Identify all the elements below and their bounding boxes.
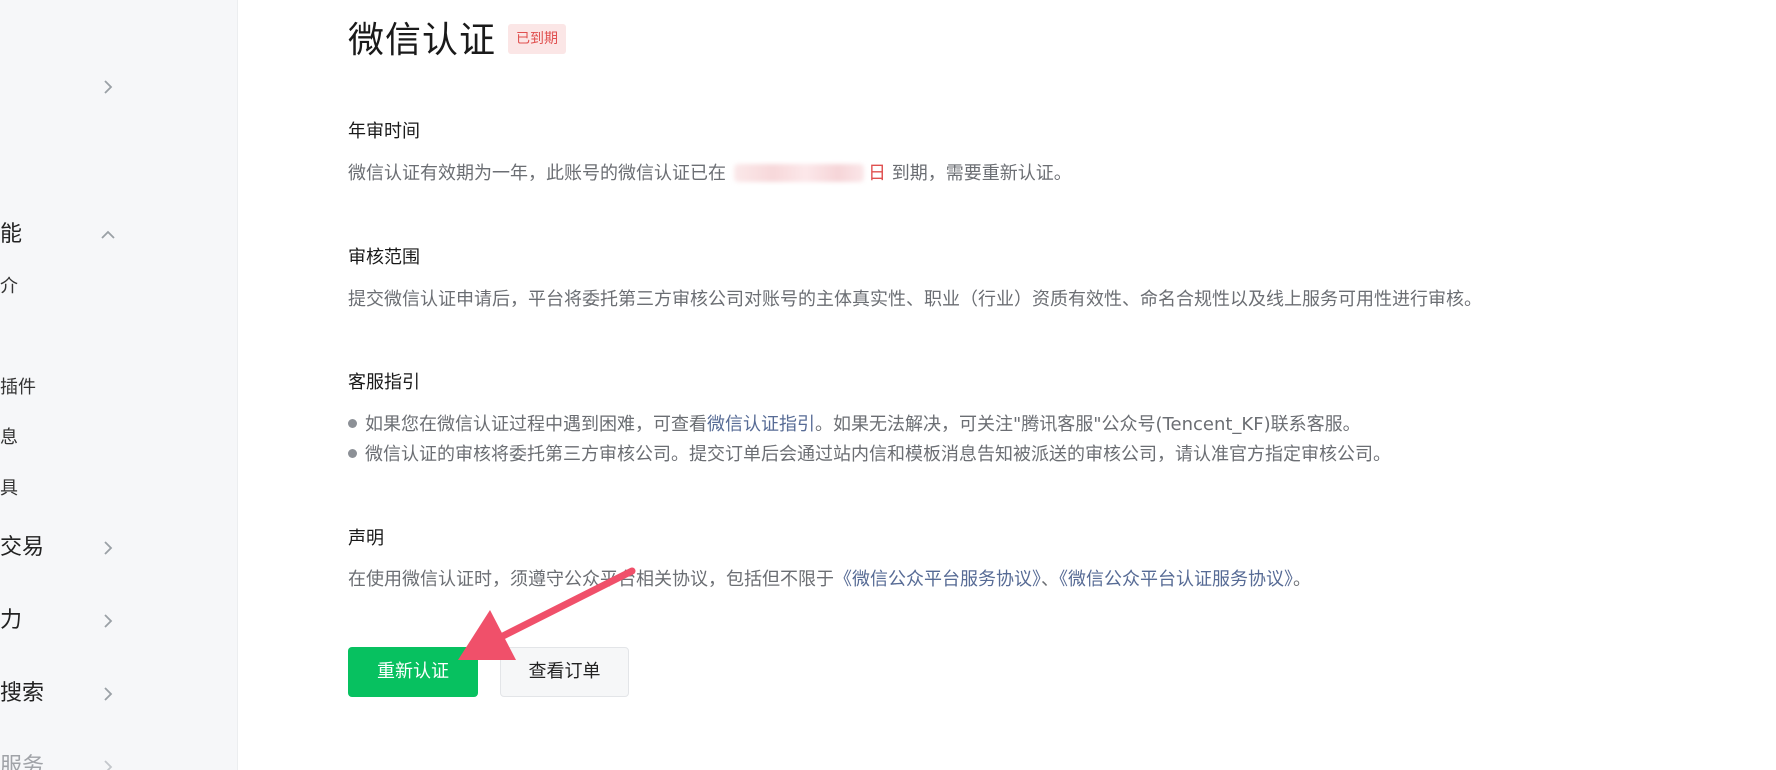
statement-text-after: 。 bbox=[1293, 569, 1311, 590]
redacted-date bbox=[734, 164, 864, 182]
sidebar-item-services[interactable]: 服务 bbox=[0, 747, 237, 770]
statement-heading: 声明 bbox=[348, 528, 384, 549]
annual-review-text: 微信认证有效期为一年，此账号的微信认证已在 日 到期，需要重新认证。 bbox=[348, 161, 1072, 187]
statement-separator: 、 bbox=[1041, 569, 1059, 590]
sidebar-item-label: 能 bbox=[0, 222, 23, 247]
sidebar-item-label: 服务 bbox=[0, 754, 45, 770]
platform-service-agreement-link[interactable]: 《微信公众平台服务协议》 bbox=[834, 569, 1041, 590]
expiry-date-suffix: 日 bbox=[868, 163, 886, 184]
main-content: 微信认证 已到期 年审时间 微信认证有效期为一年，此账号的微信认证已在 日 到期，… bbox=[348, 0, 1748, 770]
view-orders-button[interactable]: 查看订单 bbox=[500, 647, 629, 697]
sidebar-item-label: 介 bbox=[0, 276, 18, 297]
chevron-right-icon bbox=[98, 757, 118, 770]
sidebar: 能 介 插件 息 具 交易 力 搜索 服务 bbox=[0, 0, 238, 770]
support-heading: 客服指引 bbox=[348, 372, 420, 393]
support-bullet-1-after: 。如果无法解决，可关注"腾讯客服"公众号(Tencent_KF)联系客服。 bbox=[815, 414, 1361, 435]
sidebar-item-search[interactable]: 搜索 bbox=[0, 674, 237, 714]
sidebar-item-label: 力 bbox=[0, 608, 23, 633]
annual-review-text-before: 微信认证有效期为一年，此账号的微信认证已在 bbox=[348, 163, 726, 184]
sidebar-item-label: 息 bbox=[0, 427, 18, 448]
sidebar-subitem-intro[interactable]: 介 bbox=[0, 267, 237, 307]
annual-review-text-after: 到期，需要重新认证。 bbox=[891, 163, 1072, 184]
chevron-right-icon bbox=[98, 538, 118, 558]
chevron-right-icon bbox=[98, 684, 118, 704]
sidebar-item-label: 插件 bbox=[0, 377, 36, 398]
sidebar-item-collapsed[interactable] bbox=[0, 67, 237, 107]
sidebar-item-label: 交易 bbox=[0, 535, 45, 560]
statement-text-before: 在使用微信认证时，须遵守公众平台相关协议，包括但不限于 bbox=[348, 569, 834, 590]
sidebar-subitem-plugins[interactable]: 插件 bbox=[0, 368, 237, 408]
sidebar-item-label: 具 bbox=[0, 478, 18, 499]
chevron-right-icon bbox=[98, 611, 118, 631]
verification-service-agreement-link[interactable]: 《微信公众平台认证服务协议》 bbox=[1059, 569, 1293, 590]
bullet-icon bbox=[348, 449, 357, 458]
sidebar-subitem-messages[interactable]: 息 bbox=[0, 418, 237, 458]
sidebar-item-trade[interactable]: 交易 bbox=[0, 528, 237, 568]
sidebar-item-features[interactable]: 能 bbox=[0, 215, 237, 255]
title-row: 微信认证 已到期 bbox=[348, 12, 567, 62]
review-scope-heading: 审核范围 bbox=[348, 247, 420, 268]
sidebar-item-capability[interactable]: 力 bbox=[0, 601, 237, 641]
recertify-button[interactable]: 重新认证 bbox=[348, 647, 478, 697]
support-bullet-1: 如果您在微信认证过程中遇到困难，可查看微信认证指引。如果无法解决，可关注"腾讯客… bbox=[348, 412, 1361, 438]
wechat-verification-guide-link[interactable]: 微信认证指引 bbox=[707, 414, 815, 435]
page-title: 微信认证 bbox=[348, 20, 497, 61]
chevron-up-icon bbox=[98, 225, 118, 245]
support-bullet-2: 微信认证的审核将委托第三方审核公司。提交订单后会通过站内信和模板消息告知被派送的… bbox=[348, 442, 1391, 468]
annual-review-heading: 年审时间 bbox=[348, 121, 420, 142]
chevron-right-icon bbox=[98, 77, 118, 97]
support-bullet-2-text: 微信认证的审核将委托第三方审核公司。提交订单后会通过站内信和模板消息告知被派送的… bbox=[365, 444, 1391, 465]
review-scope-text: 提交微信认证申请后，平台将委托第三方审核公司对账号的主体真实性、职业（行业）资质… bbox=[348, 289, 1482, 310]
sidebar-item-label: 搜索 bbox=[0, 681, 45, 706]
bullet-icon bbox=[348, 419, 357, 428]
statement-text: 在使用微信认证时，须遵守公众平台相关协议，包括但不限于《微信公众平台服务协议》、… bbox=[348, 567, 1311, 593]
status-badge: 已到期 bbox=[508, 24, 567, 54]
support-bullet-1-before: 如果您在微信认证过程中遇到困难，可查看 bbox=[365, 414, 707, 435]
page: 能 介 插件 息 具 交易 力 搜索 服务 微信认证 已到期 年审时间 微信认证… bbox=[0, 0, 1776, 770]
sidebar-subitem-tools[interactable]: 具 bbox=[0, 469, 237, 509]
